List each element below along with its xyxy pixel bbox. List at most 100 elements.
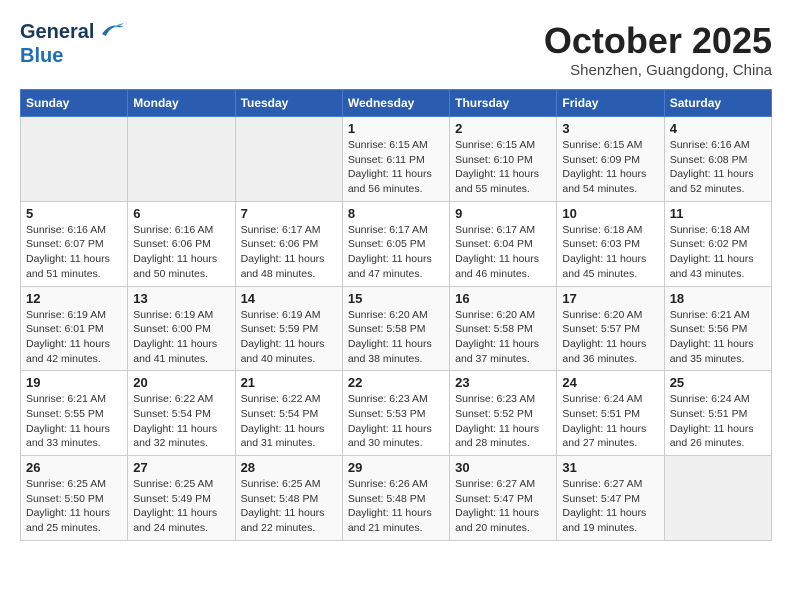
day-info: Sunrise: 6:20 AM Sunset: 5:58 PM Dayligh… xyxy=(455,308,551,367)
calendar-cell xyxy=(21,117,128,202)
week-row-3: 19 Sunrise: 6:21 AM Sunset: 5:55 PM Dayli… xyxy=(21,371,772,456)
day-info: Sunrise: 6:18 AM Sunset: 6:03 PM Dayligh… xyxy=(562,223,658,282)
day-info: Sunrise: 6:25 AM Sunset: 5:48 PM Dayligh… xyxy=(241,477,337,536)
day-number: 2 xyxy=(455,121,551,136)
day-info: Sunrise: 6:19 AM Sunset: 6:00 PM Dayligh… xyxy=(133,308,229,367)
day-info: Sunrise: 6:16 AM Sunset: 6:06 PM Dayligh… xyxy=(133,223,229,282)
week-row-0: 1 Sunrise: 6:15 AM Sunset: 6:11 PM Daylig… xyxy=(21,117,772,202)
calendar-cell: 1 Sunrise: 6:15 AM Sunset: 6:11 PM Daylig… xyxy=(342,117,449,202)
day-info: Sunrise: 6:27 AM Sunset: 5:47 PM Dayligh… xyxy=(455,477,551,536)
calendar-cell: 3 Sunrise: 6:15 AM Sunset: 6:09 PM Daylig… xyxy=(557,117,664,202)
day-number: 16 xyxy=(455,291,551,306)
weekday-header-tuesday: Tuesday xyxy=(235,90,342,117)
weekday-header-monday: Monday xyxy=(128,90,235,117)
header: General Blue October 2025 Shenzhen, Guan… xyxy=(20,20,772,79)
calendar-cell: 20 Sunrise: 6:22 AM Sunset: 5:54 PM Dayli… xyxy=(128,371,235,456)
day-info: Sunrise: 6:15 AM Sunset: 6:09 PM Dayligh… xyxy=(562,138,658,197)
day-info: Sunrise: 6:15 AM Sunset: 6:10 PM Dayligh… xyxy=(455,138,551,197)
calendar-cell: 8Sunrise: 6:17 AM Sunset: 6:05 PM Daylig… xyxy=(342,201,449,286)
calendar-cell: 13Sunrise: 6:19 AM Sunset: 6:00 PM Dayli… xyxy=(128,286,235,371)
day-number: 14 xyxy=(241,291,337,306)
day-info: Sunrise: 6:16 AM Sunset: 6:07 PM Dayligh… xyxy=(26,223,122,282)
day-info: Sunrise: 6:24 AM Sunset: 5:51 PM Dayligh… xyxy=(562,392,658,451)
day-number: 19 xyxy=(26,375,122,390)
calendar-cell: 16 Sunrise: 6:20 AM Sunset: 5:58 PM Dayli… xyxy=(450,286,557,371)
day-number: 27 xyxy=(133,460,229,475)
calendar-cell: 4Sunrise: 6:16 AM Sunset: 6:08 PM Daylig… xyxy=(664,117,771,202)
day-info: Sunrise: 6:18 AM Sunset: 6:02 PM Dayligh… xyxy=(670,223,766,282)
calendar-cell: 31 Sunrise: 6:27 AM Sunset: 5:47 PM Dayli… xyxy=(557,456,664,541)
logo: General Blue xyxy=(20,20,128,68)
calendar-cell: 29 Sunrise: 6:26 AM Sunset: 5:48 PM Dayli… xyxy=(342,456,449,541)
calendar-cell: 26Sunrise: 6:25 AM Sunset: 5:50 PM Dayli… xyxy=(21,456,128,541)
calendar-cell: 14 Sunrise: 6:19 AM Sunset: 5:59 PM Dayli… xyxy=(235,286,342,371)
day-number: 30 xyxy=(455,460,551,475)
day-info: Sunrise: 6:23 AM Sunset: 5:52 PM Dayligh… xyxy=(455,392,551,451)
weekday-header-row: SundayMondayTuesdayWednesdayThursdayFrid… xyxy=(21,90,772,117)
day-number: 11 xyxy=(670,206,766,221)
day-info: Sunrise: 6:19 AM Sunset: 5:59 PM Dayligh… xyxy=(241,308,337,367)
day-number: 6 xyxy=(133,206,229,221)
day-info: Sunrise: 6:21 AM Sunset: 5:56 PM Dayligh… xyxy=(670,308,766,367)
day-number: 18 xyxy=(670,291,766,306)
calendar-cell: 25Sunrise: 6:24 AM Sunset: 5:51 PM Dayli… xyxy=(664,371,771,456)
day-info: Sunrise: 6:19 AM Sunset: 6:01 PM Dayligh… xyxy=(26,308,122,367)
day-number: 4 xyxy=(670,121,766,136)
day-number: 3 xyxy=(562,121,658,136)
calendar-cell: 19 Sunrise: 6:21 AM Sunset: 5:55 PM Dayli… xyxy=(21,371,128,456)
day-number: 21 xyxy=(241,375,337,390)
location-text: Shenzhen, Guangdong, China xyxy=(544,62,772,79)
day-number: 23 xyxy=(455,375,551,390)
month-title: October 2025 xyxy=(544,20,772,62)
week-row-4: 26Sunrise: 6:25 AM Sunset: 5:50 PM Dayli… xyxy=(21,456,772,541)
weekday-header-saturday: Saturday xyxy=(664,90,771,117)
day-number: 7 xyxy=(241,206,337,221)
calendar-cell: 12 Sunrise: 6:19 AM Sunset: 6:01 PM Dayli… xyxy=(21,286,128,371)
day-number: 20 xyxy=(133,375,229,390)
calendar-cell: 7 Sunrise: 6:17 AM Sunset: 6:06 PM Daylig… xyxy=(235,201,342,286)
calendar-cell: 2 Sunrise: 6:15 AM Sunset: 6:10 PM Daylig… xyxy=(450,117,557,202)
calendar-cell: 10Sunrise: 6:18 AM Sunset: 6:03 PM Dayli… xyxy=(557,201,664,286)
calendar-cell: 11 Sunrise: 6:18 AM Sunset: 6:02 PM Dayli… xyxy=(664,201,771,286)
day-info: Sunrise: 6:21 AM Sunset: 5:55 PM Dayligh… xyxy=(26,392,122,451)
calendar-cell: 23 Sunrise: 6:23 AM Sunset: 5:52 PM Dayli… xyxy=(450,371,557,456)
weekday-header-sunday: Sunday xyxy=(21,90,128,117)
calendar-cell: 9 Sunrise: 6:17 AM Sunset: 6:04 PM Daylig… xyxy=(450,201,557,286)
day-info: Sunrise: 6:26 AM Sunset: 5:48 PM Dayligh… xyxy=(348,477,444,536)
logo-bird-icon xyxy=(100,20,128,45)
weekday-header-thursday: Thursday xyxy=(450,90,557,117)
day-info: Sunrise: 6:17 AM Sunset: 6:04 PM Dayligh… xyxy=(455,223,551,282)
day-info: Sunrise: 6:20 AM Sunset: 5:58 PM Dayligh… xyxy=(348,308,444,367)
day-number: 24 xyxy=(562,375,658,390)
day-number: 29 xyxy=(348,460,444,475)
day-number: 31 xyxy=(562,460,658,475)
day-info: Sunrise: 6:17 AM Sunset: 6:06 PM Dayligh… xyxy=(241,223,337,282)
calendar-cell: 17 Sunrise: 6:20 AM Sunset: 5:57 PM Dayli… xyxy=(557,286,664,371)
calendar-cell xyxy=(128,117,235,202)
calendar-cell: 24 Sunrise: 6:24 AM Sunset: 5:51 PM Dayli… xyxy=(557,371,664,456)
day-number: 22 xyxy=(348,375,444,390)
day-number: 12 xyxy=(26,291,122,306)
day-number: 8 xyxy=(348,206,444,221)
day-number: 26 xyxy=(26,460,122,475)
calendar-cell: 6 Sunrise: 6:16 AM Sunset: 6:06 PM Daylig… xyxy=(128,201,235,286)
calendar-cell xyxy=(664,456,771,541)
week-row-1: 5Sunrise: 6:16 AM Sunset: 6:07 PM Daylig… xyxy=(21,201,772,286)
day-info: Sunrise: 6:27 AM Sunset: 5:47 PM Dayligh… xyxy=(562,477,658,536)
day-number: 9 xyxy=(455,206,551,221)
calendar-cell: 28Sunrise: 6:25 AM Sunset: 5:48 PM Dayli… xyxy=(235,456,342,541)
logo-general-text: General xyxy=(20,21,94,44)
calendar-cell: 21Sunrise: 6:22 AM Sunset: 5:54 PM Dayli… xyxy=(235,371,342,456)
day-info: Sunrise: 6:20 AM Sunset: 5:57 PM Dayligh… xyxy=(562,308,658,367)
day-info: Sunrise: 6:22 AM Sunset: 5:54 PM Dayligh… xyxy=(133,392,229,451)
calendar-cell: 18 Sunrise: 6:21 AM Sunset: 5:56 PM Dayli… xyxy=(664,286,771,371)
day-info: Sunrise: 6:25 AM Sunset: 5:49 PM Dayligh… xyxy=(133,477,229,536)
weekday-header-wednesday: Wednesday xyxy=(342,90,449,117)
day-number: 1 xyxy=(348,121,444,136)
calendar-cell: 27 Sunrise: 6:25 AM Sunset: 5:49 PM Dayli… xyxy=(128,456,235,541)
calendar-cell: 30 Sunrise: 6:27 AM Sunset: 5:47 PM Dayli… xyxy=(450,456,557,541)
day-info: Sunrise: 6:15 AM Sunset: 6:11 PM Dayligh… xyxy=(348,138,444,197)
calendar-cell: 15Sunrise: 6:20 AM Sunset: 5:58 PM Dayli… xyxy=(342,286,449,371)
logo-blue-text: Blue xyxy=(20,45,63,67)
day-number: 17 xyxy=(562,291,658,306)
